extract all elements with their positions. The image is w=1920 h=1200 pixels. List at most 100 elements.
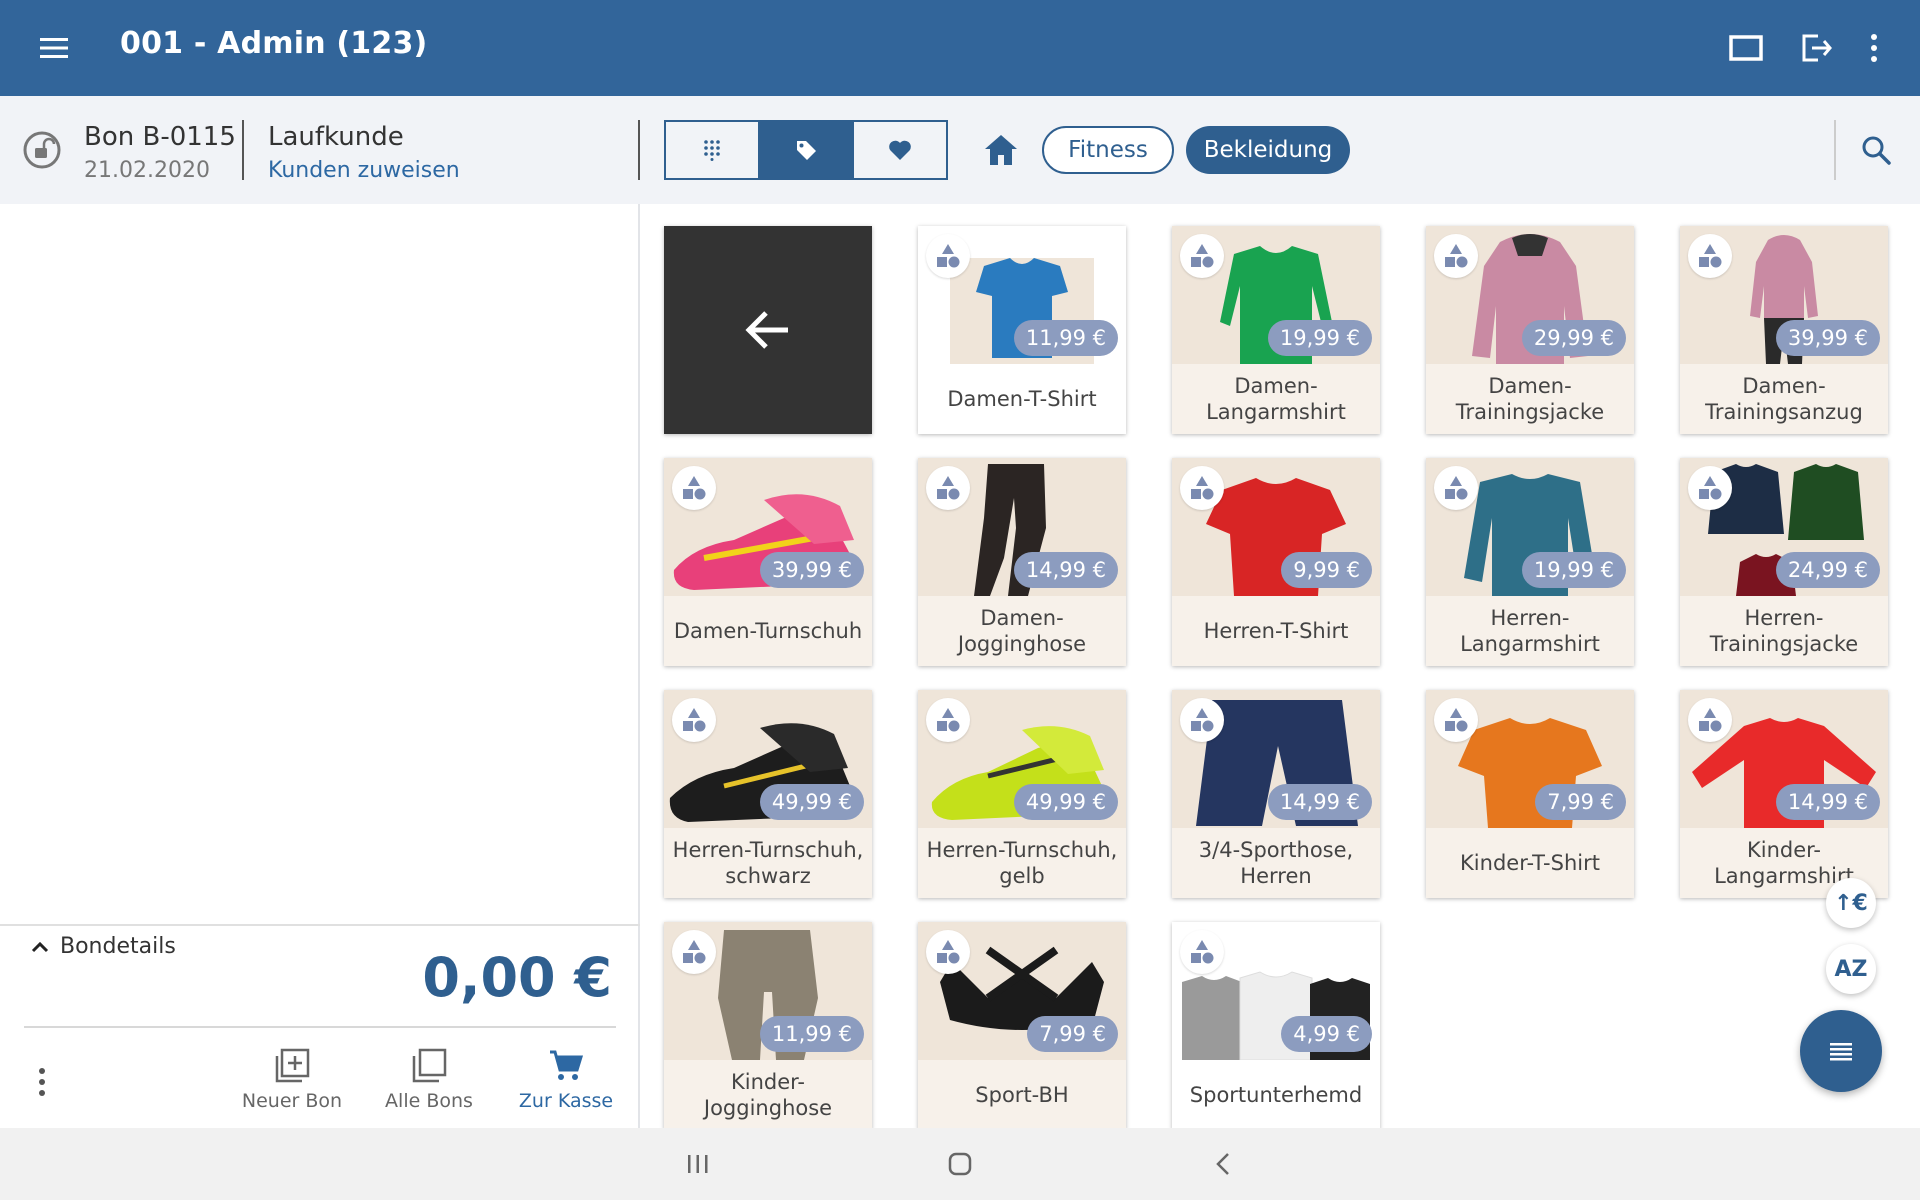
product-tile[interactable]: 14,99 € 3/4-Sporthose, Herren	[1172, 690, 1380, 898]
price-badge: 19,99 €	[1267, 320, 1372, 356]
cart-icon	[550, 1050, 584, 1080]
product-name: Damen-Turnschuh	[664, 596, 872, 666]
category-icon	[1434, 234, 1478, 278]
category-icon	[1180, 466, 1224, 510]
category-icon	[1688, 234, 1732, 278]
product-tile[interactable]: 11,99 € Kinder-Jogginghose	[664, 922, 872, 1130]
category-icon	[672, 698, 716, 742]
all-receipts-button[interactable]: Alle Bons	[369, 1046, 489, 1112]
home-nav-icon[interactable]	[942, 1146, 978, 1182]
category-icon	[926, 930, 970, 974]
product-tile[interactable]: 39,99 € Damen-Turnschuh	[664, 458, 872, 666]
divider	[1834, 120, 1836, 180]
product-name: Herren-Turnschuh, schwarz	[664, 828, 872, 898]
back-tile[interactable]	[664, 226, 872, 434]
price-badge: 49,99 €	[1013, 784, 1118, 820]
customer-name: Laufkunde	[268, 122, 404, 152]
product-name: Herren-Trainingsjacke	[1680, 596, 1888, 666]
product-tile[interactable]: 24,99 € Herren-Trainingsjacke	[1680, 458, 1888, 666]
product-tile[interactable]: 9,99 € Herren-T-Shirt	[1172, 458, 1380, 666]
category-icon	[1180, 698, 1224, 742]
home-icon[interactable]	[982, 132, 1020, 168]
receipt-bar: Bon B-0115 21.02.2020 Laufkunde Kunden z…	[0, 96, 1920, 204]
price-badge: 24,99 €	[1775, 552, 1880, 588]
product-name: Sportunterhemd	[1172, 1060, 1380, 1130]
category-icon	[1180, 930, 1224, 974]
product-tile[interactable]: 14,99 € Kinder-Langarmshirt	[1680, 690, 1888, 898]
divider	[638, 120, 640, 180]
search-icon[interactable]	[1860, 134, 1892, 166]
sort-price-button[interactable]: ↑€	[1826, 878, 1876, 928]
checkout-button[interactable]: Zur Kasse	[506, 1046, 626, 1112]
bondetails-toggle[interactable]: Bondetails	[30, 934, 176, 959]
product-tile[interactable]: 19,99 € Damen-Langarmshirt	[1172, 226, 1380, 434]
breadcrumb-chip-fitness[interactable]: Fitness	[1042, 126, 1174, 174]
unlock-icon[interactable]	[22, 130, 62, 170]
category-icon	[1688, 698, 1732, 742]
product-tile[interactable]: 29,99 € Damen-Trainingsjacke	[1426, 226, 1634, 434]
sort-alpha-button[interactable]: AZ	[1826, 944, 1876, 994]
logout-icon[interactable]	[1796, 28, 1836, 68]
product-tile[interactable]: 14,99 € Damen-Jogginghose	[918, 458, 1126, 666]
product-name: Damen-T-Shirt	[918, 364, 1126, 434]
copy-icon	[412, 1048, 447, 1083]
system-nav-bar	[0, 1128, 1920, 1200]
price-badge: 49,99 €	[759, 784, 864, 820]
price-badge: 11,99 €	[759, 1016, 864, 1052]
category-icon	[1688, 466, 1732, 510]
more-vert-icon[interactable]	[1854, 28, 1894, 68]
product-name: Herren-Langarmshirt	[1426, 596, 1634, 666]
breadcrumb-chip-bekleidung[interactable]: Bekleidung	[1186, 126, 1350, 174]
product-tile[interactable]: 11,99 € Damen-T-Shirt	[918, 226, 1126, 434]
tab-favorites[interactable]	[852, 122, 946, 178]
category-icon	[1180, 234, 1224, 278]
price-badge: 7,99 €	[1535, 784, 1626, 820]
menu-icon[interactable]	[36, 30, 72, 66]
divider	[242, 120, 244, 180]
arrow-left-icon	[745, 311, 788, 349]
product-name: Damen-Langarmshirt	[1172, 364, 1380, 434]
product-name: Herren-Turnschuh, gelb	[918, 828, 1126, 898]
category-icon	[926, 234, 970, 278]
add-box-icon	[275, 1048, 310, 1083]
price-badge: 11,99 €	[1013, 320, 1118, 356]
bondetails-label: Bondetails	[60, 934, 176, 959]
view-mode-toggle	[664, 120, 948, 180]
receipt-number: Bon B-0115	[84, 122, 236, 152]
product-tile[interactable]: 39,99 € Damen-Trainingsanzug	[1680, 226, 1888, 434]
keypad-icon	[704, 140, 720, 161]
tag-icon	[797, 141, 816, 160]
app-bar: 001 - Admin (123)	[0, 0, 1920, 96]
price-badge: 29,99 €	[1521, 320, 1626, 356]
product-tile[interactable]: 7,99 € Kinder-T-Shirt	[1426, 690, 1634, 898]
category-icon	[672, 466, 716, 510]
list-view-fab[interactable]	[1800, 1010, 1882, 1092]
product-name: Damen-Jogginghose	[918, 596, 1126, 666]
checkout-label: Zur Kasse	[518, 1090, 614, 1112]
back-nav-icon[interactable]	[1206, 1146, 1242, 1182]
assign-customer-link[interactable]: Kunden zuweisen	[268, 158, 460, 183]
new-receipt-label: Neuer Bon	[241, 1090, 343, 1112]
product-tile[interactable]: 7,99 € Sport-BH	[918, 922, 1126, 1130]
product-tile[interactable]: 4,99 € Sportunterhemd	[1172, 922, 1380, 1130]
price-badge: 19,99 €	[1521, 552, 1626, 588]
new-receipt-button[interactable]: Neuer Bon	[232, 1046, 352, 1112]
display-icon[interactable]	[1726, 28, 1766, 68]
price-badge: 14,99 €	[1775, 784, 1880, 820]
price-badge: 14,99 €	[1013, 552, 1118, 588]
product-tile[interactable]: 49,99 € Herren-Turnschuh, gelb	[918, 690, 1126, 898]
receipt-total: 0,00 €	[422, 946, 612, 1009]
recent-apps-icon[interactable]	[680, 1146, 716, 1182]
price-badge: 39,99 €	[759, 552, 864, 588]
chevron-up-icon	[31, 941, 49, 952]
tab-products[interactable]	[758, 122, 852, 178]
category-icon	[1434, 698, 1478, 742]
price-badge: 9,99 €	[1281, 552, 1372, 588]
list-icon	[1830, 1043, 1852, 1061]
more-vert-icon[interactable]	[32, 1062, 52, 1102]
divider	[0, 924, 640, 926]
product-name: Damen-Trainingsanzug	[1680, 364, 1888, 434]
tab-keypad[interactable]	[666, 122, 758, 178]
product-tile[interactable]: 49,99 € Herren-Turnschuh, schwarz	[664, 690, 872, 898]
product-tile[interactable]: 19,99 € Herren-Langarmshirt	[1426, 458, 1634, 666]
